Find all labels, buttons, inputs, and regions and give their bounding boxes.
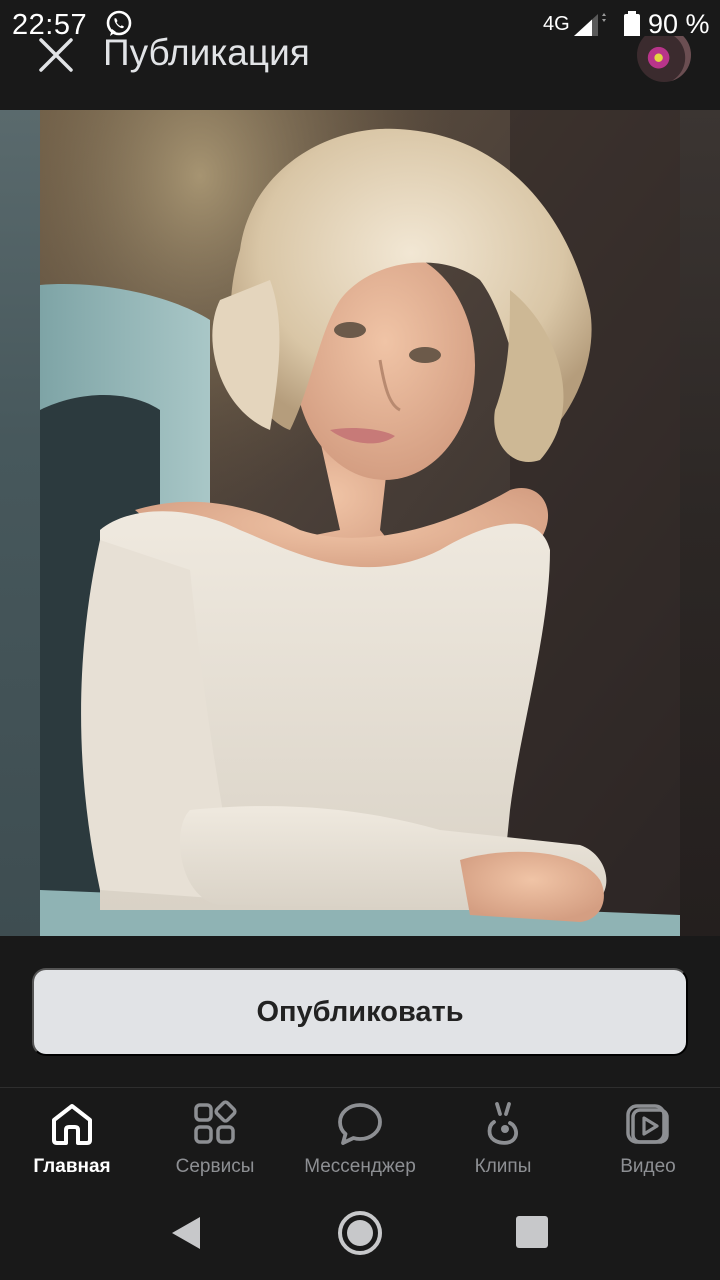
nav-label: Мессенджер — [304, 1156, 416, 1177]
nav-label: Видео — [620, 1156, 676, 1177]
back-icon[interactable] — [168, 1215, 204, 1251]
nav-item-services[interactable]: Сервисы — [165, 1088, 265, 1183]
clips-icon — [487, 1102, 518, 1145]
messenger-icon — [338, 1103, 382, 1145]
network-type: 4G — [543, 13, 570, 35]
battery-icon — [624, 11, 640, 38]
whatsapp-icon — [106, 10, 132, 36]
next-photo-edge[interactable] — [680, 110, 720, 936]
bottom-navigation: Главная Сервисы Мессенджер Клипы Видео — [0, 1088, 720, 1183]
nav-item-clips[interactable]: Клипы — [453, 1088, 553, 1183]
nav-label: Главная — [33, 1156, 111, 1177]
recents-icon[interactable] — [516, 1216, 548, 1248]
nav-label: Клипы — [474, 1156, 532, 1177]
system-navigation — [0, 1183, 720, 1280]
home-icon — [52, 1104, 92, 1145]
close-icon[interactable] — [36, 38, 76, 74]
signal-icon — [574, 13, 606, 36]
page-title: Публикация — [103, 36, 310, 73]
services-icon — [194, 1100, 237, 1144]
photo-viewer — [0, 110, 720, 936]
nav-label: Сервисы — [175, 1156, 255, 1177]
header: Публикация — [0, 36, 720, 110]
previous-photo-edge[interactable] — [0, 110, 40, 936]
nav-item-home[interactable]: Главная — [22, 1088, 122, 1183]
post-photo[interactable] — [40, 110, 680, 936]
home-circle-icon[interactable] — [336, 1209, 384, 1257]
nav-item-messenger[interactable]: Мессенджер — [294, 1088, 426, 1183]
nav-item-video[interactable]: Видео — [598, 1088, 698, 1183]
publish-button[interactable]: Опубликовать — [32, 968, 688, 1056]
avatar[interactable] — [637, 36, 691, 82]
video-icon — [626, 1104, 669, 1144]
